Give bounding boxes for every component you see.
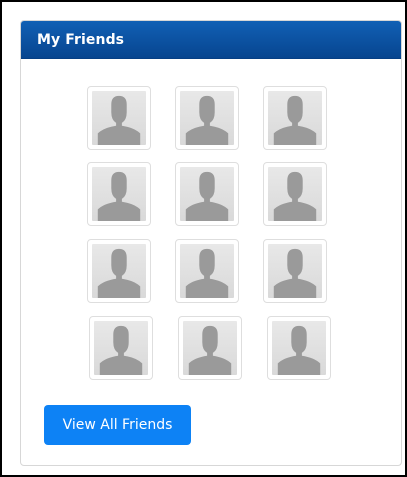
user-silhouette-icon <box>268 91 322 145</box>
friend-avatar[interactable] <box>87 162 151 226</box>
user-silhouette-icon <box>94 321 148 375</box>
friend-avatar[interactable] <box>89 316 153 380</box>
user-silhouette-icon <box>92 244 146 298</box>
user-silhouette-icon <box>180 167 234 221</box>
friend-avatar[interactable] <box>263 86 327 150</box>
friend-avatar[interactable] <box>175 86 239 150</box>
friend-avatar[interactable] <box>175 239 239 303</box>
user-silhouette-icon <box>268 167 322 221</box>
user-silhouette-icon <box>180 91 234 145</box>
user-silhouette-icon <box>92 91 146 145</box>
friend-avatar[interactable] <box>87 239 151 303</box>
user-silhouette-icon <box>183 321 237 375</box>
user-silhouette-icon <box>92 167 146 221</box>
view-all-friends-button[interactable]: View All Friends <box>44 405 191 445</box>
friend-avatar[interactable] <box>87 86 151 150</box>
friend-avatar[interactable] <box>175 162 239 226</box>
user-silhouette-icon <box>180 244 234 298</box>
friend-avatar[interactable] <box>267 316 331 380</box>
friends-panel: My Friends View All Friends <box>20 20 402 466</box>
friends-grid <box>21 21 401 465</box>
page-frame: My Friends View All Friends <box>0 0 407 477</box>
user-silhouette-icon <box>268 244 322 298</box>
friend-avatar[interactable] <box>263 162 327 226</box>
user-silhouette-icon <box>272 321 326 375</box>
friend-avatar[interactable] <box>263 239 327 303</box>
friend-avatar[interactable] <box>178 316 242 380</box>
